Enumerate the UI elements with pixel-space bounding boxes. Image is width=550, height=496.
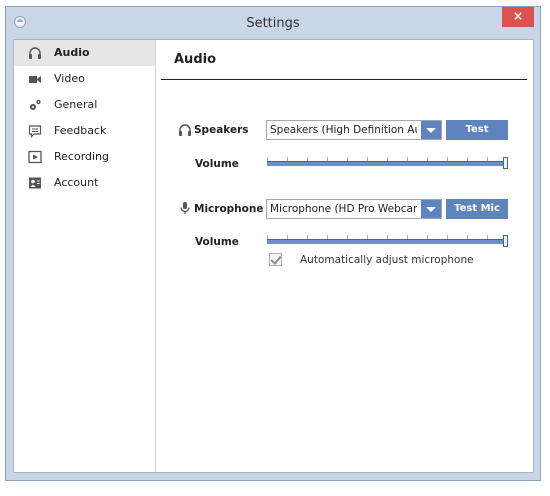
auto-adjust-label: Automatically adjust microphone [300, 254, 474, 266]
chevron-down-icon[interactable] [421, 200, 441, 218]
headphones-icon [29, 47, 41, 59]
test-speaker-button[interactable]: Test Speaker [446, 120, 508, 155]
test-mic-button[interactable]: Test Mic [446, 199, 508, 219]
slider-thumb[interactable] [503, 235, 508, 247]
sidebar-item-recording[interactable]: Recording [14, 144, 155, 170]
close-button[interactable]: × [502, 7, 534, 27]
chevron-down-icon[interactable] [421, 121, 441, 139]
gears-icon [30, 99, 41, 110]
speakers-select[interactable]: Speakers (High Definition Audi... [266, 120, 442, 140]
speakers-label: Speakers [194, 124, 249, 136]
sidebar-item-label: Recording [54, 150, 110, 163]
headphones-icon [179, 124, 191, 136]
title-divider [161, 79, 527, 80]
sidebar-item-label: Video [54, 72, 85, 85]
settings-window: Settings × Audio Video General Feedback … [5, 6, 541, 481]
microphone-select-value: Microphone (HD Pro Webcam ... [270, 203, 417, 215]
slider-track[interactable] [267, 161, 508, 166]
microphone-label: Microphone [194, 203, 264, 215]
slider-thumb[interactable] [503, 157, 508, 169]
page-title: Audio [174, 52, 217, 67]
title-bar[interactable]: Settings × [6, 7, 540, 39]
window-client: Audio Video General Feedback Recording A… [13, 39, 534, 473]
auto-adjust-checkbox[interactable] [269, 253, 282, 266]
speech-bubble-icon [28, 125, 42, 138]
microphone-select[interactable]: Microphone (HD Pro Webcam ... [266, 199, 442, 219]
sidebar-item-general[interactable]: General [14, 92, 155, 118]
audio-panel: Audio Speakers Speakers (High Definition… [156, 40, 533, 472]
mic-volume-label: Volume [195, 236, 239, 248]
speakers-select-value: Speakers (High Definition Audi... [270, 124, 417, 136]
play-box-icon [28, 150, 42, 164]
sidebar-item-feedback[interactable]: Feedback [14, 118, 155, 144]
slider-track[interactable] [267, 239, 508, 244]
sidebar-item-label: Audio [54, 46, 90, 59]
video-camera-icon [29, 76, 41, 83]
sidebar-item-label: Account [54, 176, 99, 189]
mic-volume-slider[interactable] [267, 235, 508, 247]
sidebar-item-video[interactable]: Video [14, 66, 155, 92]
sidebar-item-account[interactable]: Account [14, 170, 155, 196]
sidebar-item-label: General [54, 98, 98, 111]
sidebar: Audio Video General Feedback Recording A… [14, 40, 156, 472]
speaker-volume-slider[interactable] [267, 157, 508, 169]
microphone-icon [180, 202, 190, 214]
sidebar-item-audio[interactable]: Audio [14, 40, 155, 66]
speaker-volume-label: Volume [195, 158, 239, 170]
sidebar-item-label: Feedback [54, 124, 107, 137]
account-icon [29, 177, 41, 189]
window-title: Settings [246, 16, 300, 31]
